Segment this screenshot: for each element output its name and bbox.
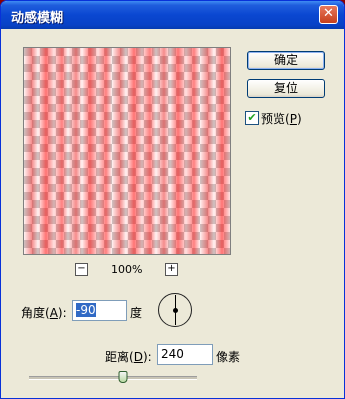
preview-label: 预览(P) — [261, 112, 302, 126]
distance-unit: 像素 — [216, 350, 241, 364]
distance-value: 240 — [161, 347, 184, 361]
slider-thumb[interactable] — [118, 371, 128, 383]
angle-unit: 度 — [130, 306, 143, 320]
preview-checkbox[interactable]: ✔ — [245, 111, 259, 125]
motion-blur-dialog: 动感模糊 ✕ − 100% + 确定 复位 ✔ 预览(P) 角度(A): -90… — [0, 0, 345, 399]
dial-center — [173, 308, 178, 313]
dialog-title: 动感模糊 — [11, 11, 64, 26]
angle-label: 角度(A): — [21, 306, 67, 320]
zoom-level: 100% — [111, 263, 143, 276]
ok-button[interactable]: 确定 — [247, 51, 325, 70]
distance-slider[interactable] — [29, 371, 197, 383]
reset-button[interactable]: 复位 — [247, 79, 325, 98]
distance-label: 距离(D): — [105, 350, 152, 364]
close-icon: ✕ — [323, 6, 334, 21]
angle-value: -90 — [76, 303, 96, 317]
zoom-controls: − 100% + — [1, 263, 251, 277]
distance-input[interactable]: 240 — [157, 344, 213, 365]
zoom-out-button[interactable]: − — [75, 263, 88, 276]
minus-icon: − — [77, 263, 86, 274]
preview-canvas[interactable] — [23, 47, 231, 255]
title-bar[interactable]: 动感模糊 ✕ — [1, 1, 344, 29]
angle-input[interactable]: -90 — [72, 300, 127, 321]
plus-icon: + — [167, 263, 176, 274]
angle-dial[interactable] — [158, 293, 192, 327]
close-button[interactable]: ✕ — [319, 5, 338, 24]
checkmark-icon: ✔ — [247, 111, 257, 124]
zoom-in-button[interactable]: + — [165, 263, 178, 276]
